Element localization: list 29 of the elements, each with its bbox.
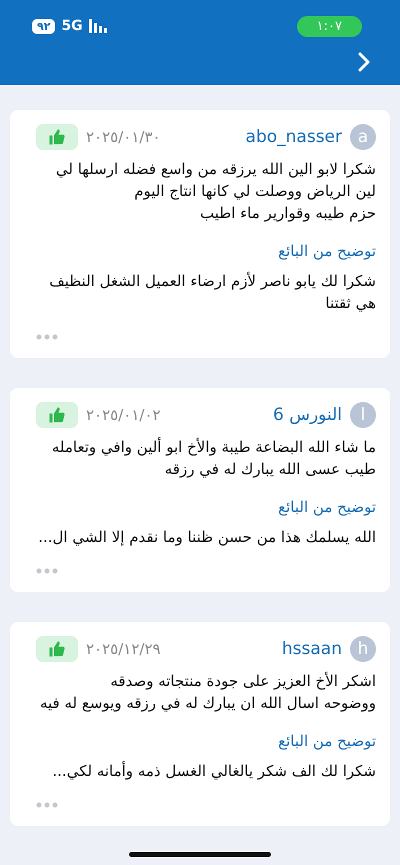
username[interactable]: النورس 6 (272, 405, 342, 425)
review-text: ما شاء الله البضاعة طيبة والأخ ابو ألين وافي وتعامله طيب عسى الله يبارك له في رزقه (50, 436, 376, 480)
seller-reply-text: شكرا لك الف شكر يالغالي الغسل ذمه وأمانه لكي... (51, 760, 376, 782)
more-icon[interactable] (36, 568, 58, 574)
seller-reply-title: توضيح من البائع (277, 732, 376, 750)
battery-level: ٩٢ (32, 18, 56, 34)
username[interactable]: hssaan (282, 639, 342, 659)
more-icon[interactable] (36, 802, 58, 808)
more-icon[interactable] (36, 334, 58, 340)
user-avatar: ا (350, 402, 376, 428)
thumbs-up-icon (48, 640, 66, 658)
signal-icon (88, 19, 109, 33)
seller-reply-text: شكرا لك يابو ناصر لأزم ارضاء العميل الشغل النظيف هي ثقتنا (48, 270, 376, 314)
user-avatar: h (350, 636, 376, 662)
network-type: 5G (61, 18, 83, 34)
review-text: اشكر الأخ العزيز على جودة منتجاته وصدقه ووضوحه اسال الله ان يبارك له في رزقه ويوسع له فيه (38, 670, 376, 714)
review-date: ٢٠٢٥/٠١/٠٢ (86, 406, 161, 424)
seller-reply-text: الله يسلمك هذا من حسن ظننا وما نقدم إلا الشي ال... (37, 527, 376, 548)
status-time: ١:٠٧ (296, 16, 362, 36)
thumbs-up-icon (48, 128, 66, 146)
username[interactable]: abo_nasser (246, 127, 342, 147)
review-date: ٢٠٢٥/١٢/٢٩ (86, 640, 161, 658)
review-date: ٢٠٢٥/٠١/٣٠ (86, 128, 161, 146)
chevron-right-icon[interactable] (358, 52, 370, 72)
review-text: شكرا لابو الين الله يرزقه من واسع فضله ارسلها لي لين الرياض ووصلت لي كانها انتاج اليوم حزم طيبه وقوارير ماء اطيب (54, 159, 376, 224)
thumbs-up-icon (48, 406, 66, 424)
seller-reply-title: توضيح من البائع (277, 498, 376, 516)
user-avatar: a (350, 124, 376, 150)
seller-reply-title: توضيح من البائع (277, 242, 376, 260)
